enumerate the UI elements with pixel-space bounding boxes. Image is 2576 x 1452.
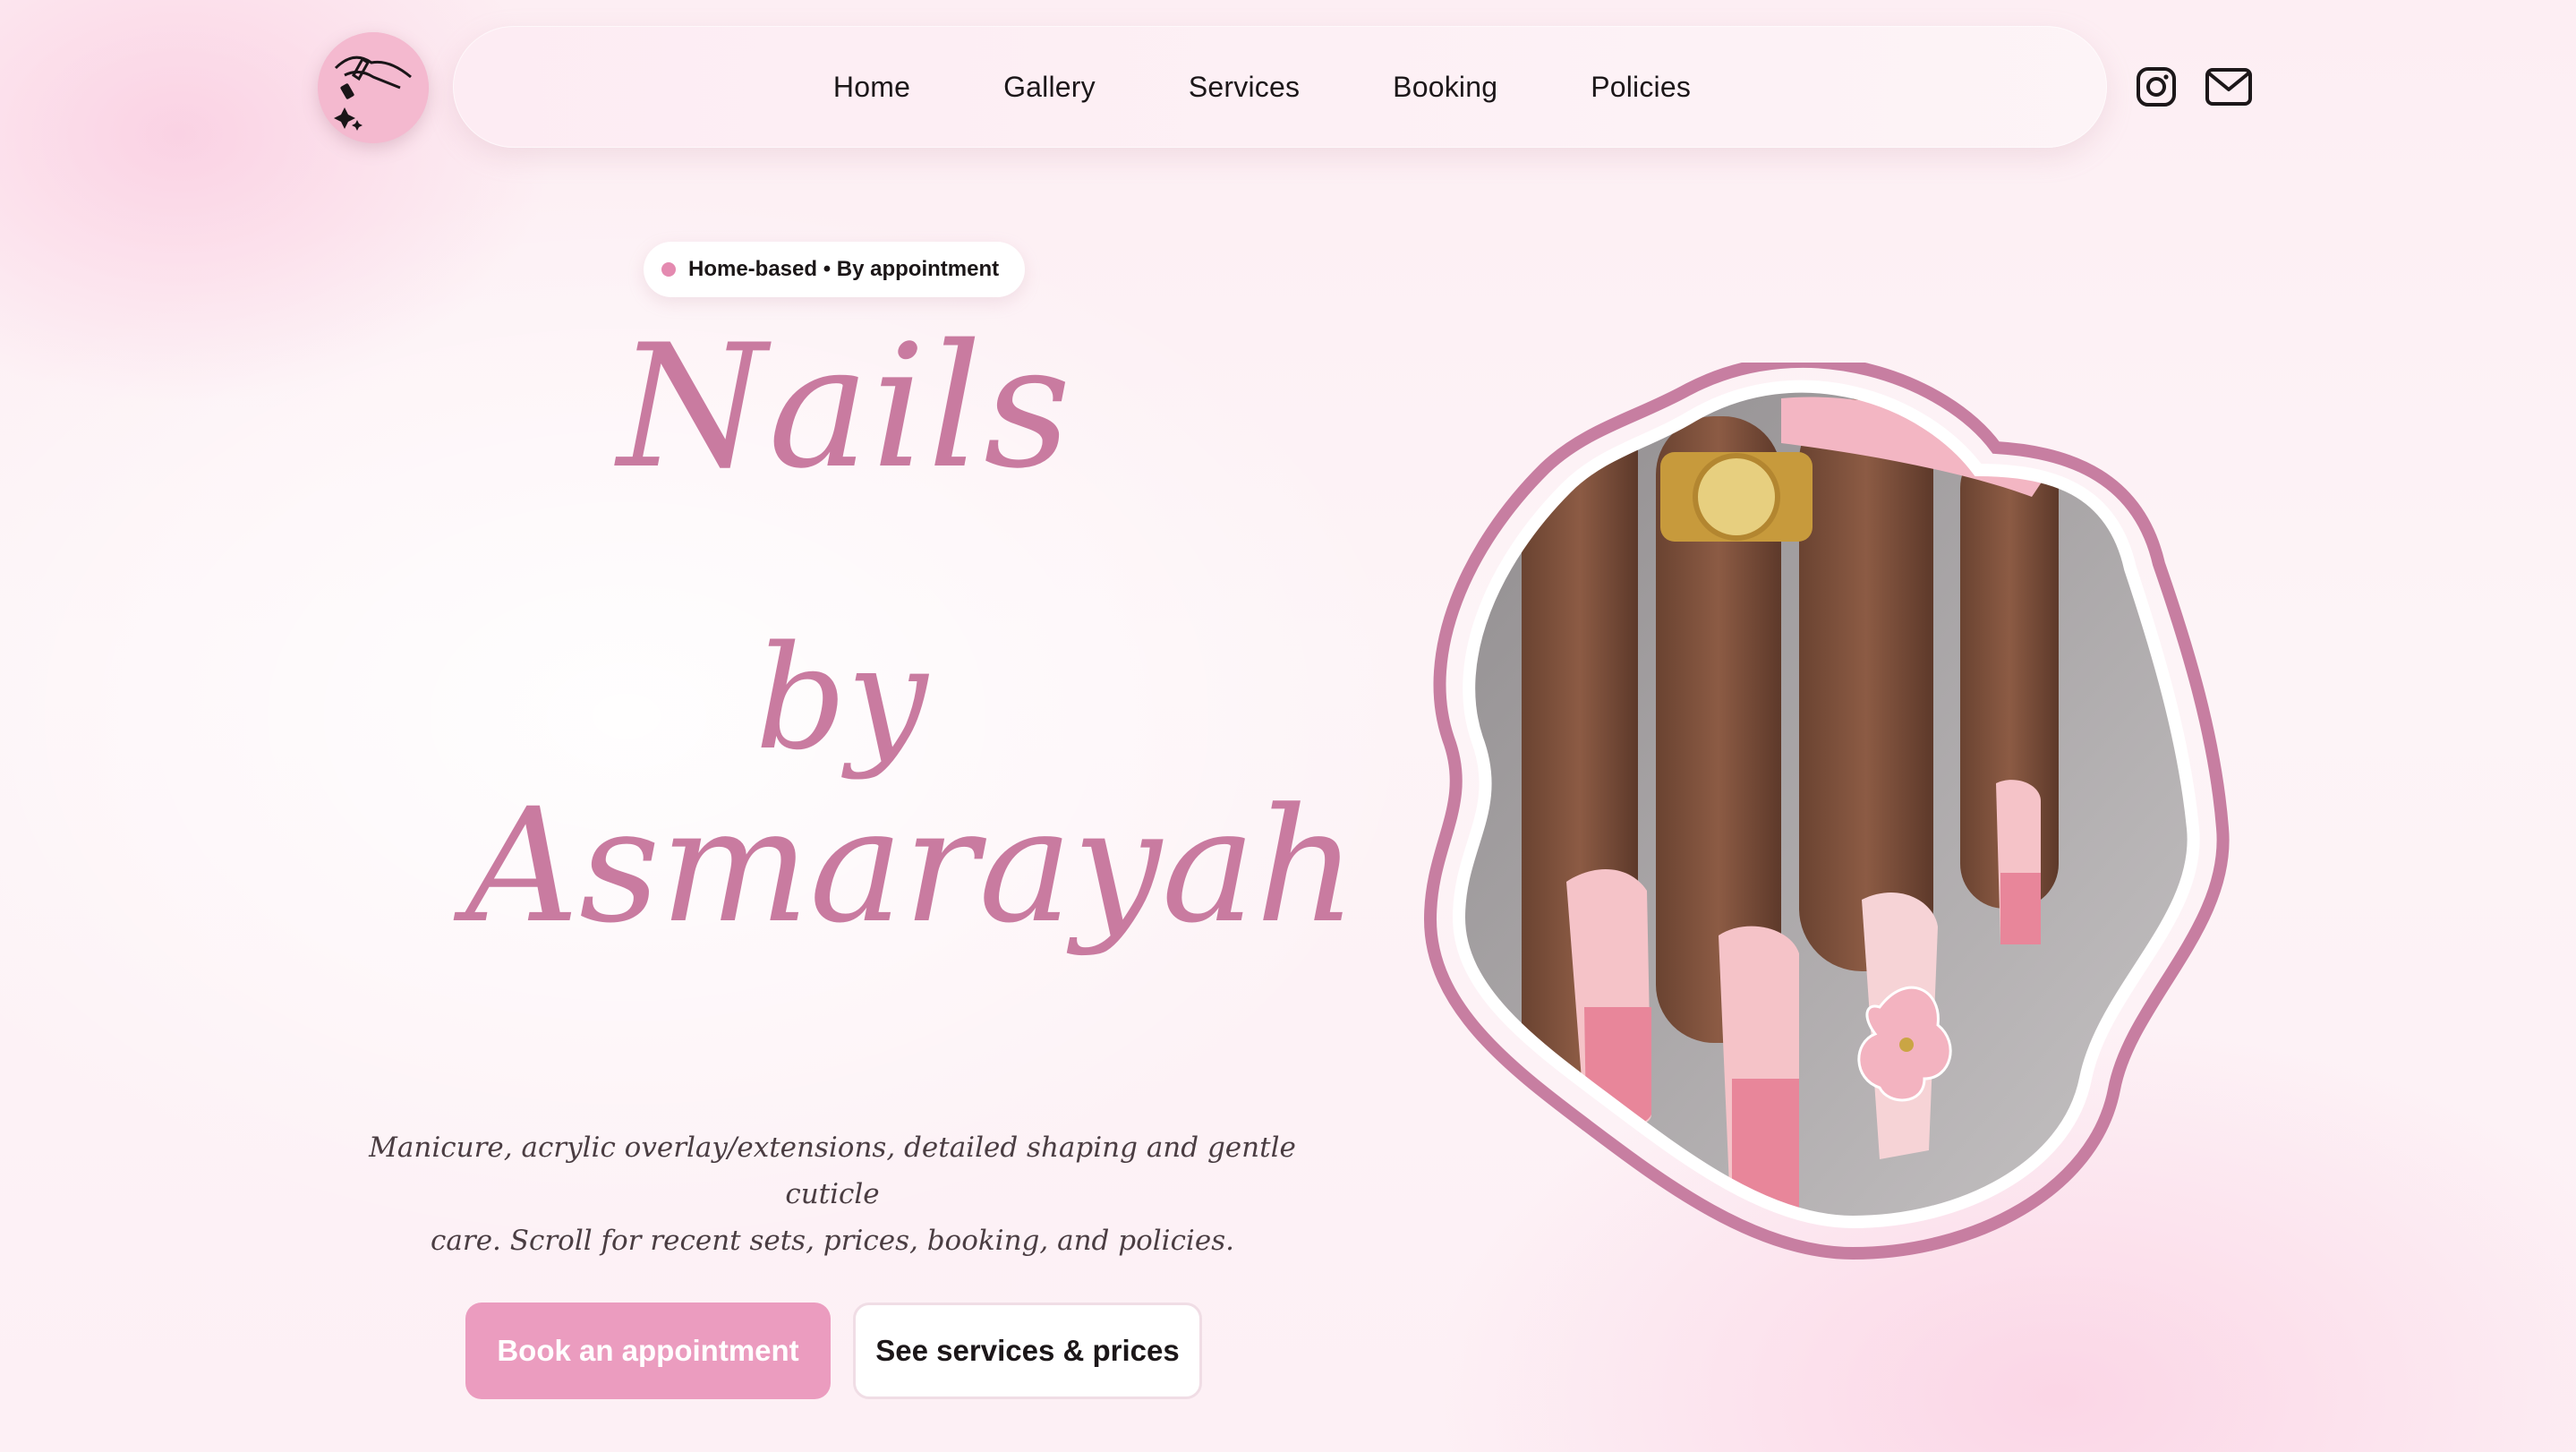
tagline-line-1: Manicure, acrylic overlay/extensions, de… (369, 1132, 1296, 1210)
tagline-line-2: care. Scroll for recent sets, prices, bo… (431, 1225, 1234, 1257)
nav-policies[interactable]: Policies (1591, 71, 1691, 104)
hero-tagline: Manicure, acrylic overlay/extensions, de… (322, 1124, 1343, 1264)
main-navbar: Home Gallery Services Booking Policies (453, 26, 2107, 148)
nav-links: Home Gallery Services Booking Policies (833, 71, 1691, 104)
see-services-button[interactable]: See services & prices (853, 1303, 1202, 1399)
site-logo[interactable] (318, 32, 429, 143)
nav-gallery[interactable]: Gallery (1003, 71, 1096, 104)
availability-badge: Home-based • By appointment (644, 242, 1025, 297)
mail-icon (2205, 68, 2252, 106)
nav-services[interactable]: Services (1189, 71, 1300, 104)
book-appointment-button[interactable]: Book an appointment (465, 1303, 831, 1399)
nail-polish-hand-icon (318, 32, 429, 143)
hero-title-line-3: Asmarayah (465, 774, 1358, 958)
instagram-icon (2137, 67, 2176, 107)
hero-title-line-2: by (755, 614, 928, 782)
nav-home[interactable]: Home (833, 71, 910, 104)
nav-booking[interactable]: Booking (1393, 71, 1497, 104)
hero-title-line-1: Nails (618, 308, 1073, 506)
hero-nail-photo (1423, 363, 2230, 1260)
badge-dot (661, 262, 676, 277)
instagram-link[interactable] (2136, 66, 2177, 107)
email-link[interactable] (2205, 66, 2253, 107)
badge-text: Home-based • By appointment (688, 257, 1000, 281)
